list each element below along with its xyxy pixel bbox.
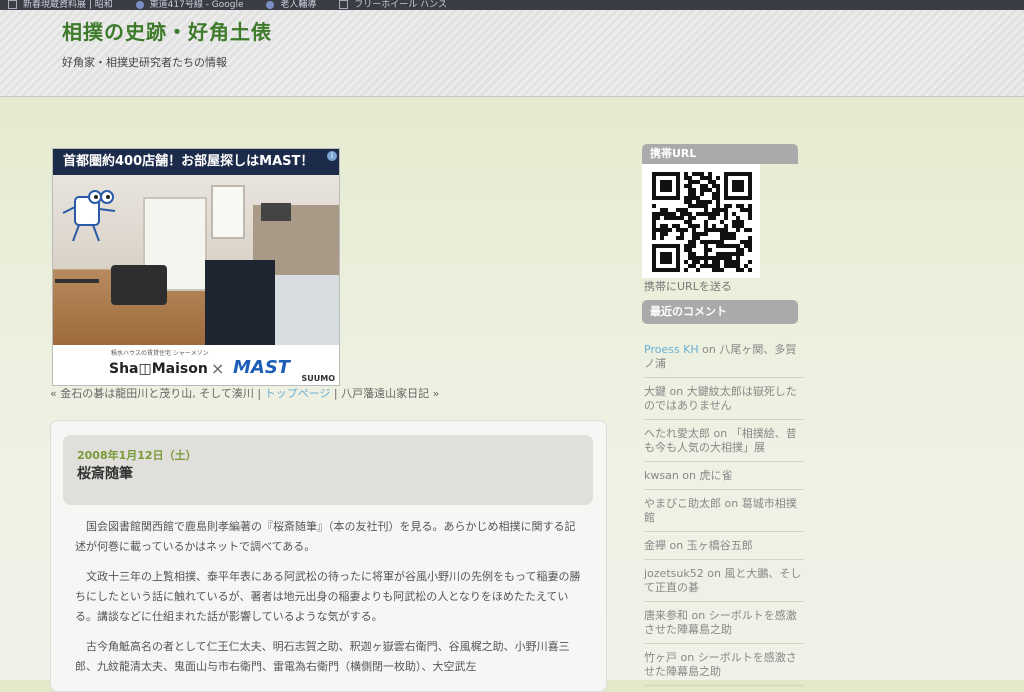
comment-item: 大鍵 on 大鍵紋太郎は嶽死したのではありません [644, 382, 804, 420]
range-hood [261, 203, 291, 221]
comment-author: 大鍵 [644, 385, 666, 398]
suumo-logo: SUUMO [301, 374, 335, 383]
bathroom-photo [205, 260, 275, 345]
post-body: 国会図書館関西館で鹿島則孝編著の『桜斎随筆』（本の友社刊）を見る。あらかじめ相撲… [75, 517, 585, 687]
comment-author: kwsan [644, 469, 679, 482]
prev-post-link[interactable]: « 金石の碁は龍田川と茂り山, そして湊川 [50, 387, 254, 400]
comment-on: on [698, 343, 720, 356]
info-icon[interactable]: i [327, 151, 337, 161]
comment-post-link[interactable]: 虎に雀 [700, 469, 733, 482]
bookmark-item[interactable]: 東道417号線 - Google [128, 0, 250, 10]
post-paragraph: 文政十三年の上覧相撲、泰平年表にある阿武松の待ったに将軍が谷風小野川の先例をもっ… [75, 570, 581, 623]
comment-on: on [666, 539, 687, 552]
bookmark-item[interactable]: フリーホイール ハンス [331, 0, 453, 10]
comment-author: へたれ愛太郎 [644, 427, 710, 440]
ad-times: × [211, 359, 225, 378]
ad-banner[interactable]: 首都圏約400店舗！お部屋探しはMAST！ i 積水ハウスの賃貸住宅 シャーメゾ… [52, 148, 340, 386]
ad-headline: 首都圏約400店舗！お部屋探しはMAST！ [53, 149, 339, 175]
qr-section-heading: 携帯URL [642, 144, 798, 164]
site-title[interactable]: 相撲の史跡・好角土俵 [62, 16, 272, 45]
comment-author: jozetsuk52 [644, 567, 704, 580]
comment-item: 竹ヶ戸 on シーボルトを感激させた陣幕島之助 [644, 648, 804, 686]
comment-item: Proess KH on 八尾ヶ関、多賀ノ浦 [644, 340, 804, 378]
nav-separator: | [253, 387, 265, 400]
comment-item: jozetsuk52 on 風と大鵬、そして正直の碁 [644, 564, 804, 602]
comment-on: on [678, 469, 700, 482]
next-post-link[interactable]: 八戸藩遠山家日記 » [341, 387, 439, 400]
bathtub-photo [275, 275, 339, 345]
comment-author: 金襷 [644, 539, 666, 552]
comment-on: on [677, 651, 698, 664]
top-page-link[interactable]: トップページ [265, 387, 331, 400]
post-paragraph: 古今角觝高名の者として仁王仁太夫、明石志賀之助、釈迦ヶ嶽雲右衛門、谷風梶之助、小… [75, 640, 570, 673]
comment-on: on [688, 609, 709, 622]
comment-on: on [721, 497, 742, 510]
comment-author[interactable]: Proess KH [644, 343, 699, 356]
comment-post-link[interactable]: 玉ヶ橋谷五郎 [687, 539, 753, 552]
bookmark-item[interactable]: 老人輔導 [258, 0, 322, 10]
comment-author: 竹ヶ戸 [644, 651, 677, 664]
site-tagline: 好角家・相撲史研究者たちの情報 [62, 56, 227, 69]
comment-item: kwsan on 虎に雀 [644, 466, 804, 490]
post-paragraph: 国会図書館関西館で鹿島則孝編著の『桜斎随筆』（本の友社刊）を見る。あらかじめ相撲… [75, 520, 576, 553]
comment-item: 唐来参和 on シーボルトを感激させた陣幕島之助 [644, 606, 804, 644]
mast-logo: MAST [233, 357, 291, 378]
comment-on: on [710, 427, 731, 440]
send-url-link[interactable]: 携帯にURLを送る [644, 278, 732, 294]
comment-on: on [703, 567, 725, 580]
ad-room-photo [53, 175, 339, 345]
map-icon [135, 0, 144, 9]
post-header: 2008年1月12日（土） 桜斎随筆 [63, 435, 593, 505]
comment-on: on [666, 385, 687, 398]
room-window [211, 185, 245, 239]
blog-post: 2008年1月12日（土） 桜斎随筆 国会図書館関西館で鹿島則孝編著の『桜斎随筆… [50, 420, 607, 692]
comment-author: 唐来参和 [644, 609, 688, 622]
room-table [55, 279, 99, 283]
comment-item: やまびこ助太郎 on 葛城市相撲館 [644, 494, 804, 532]
site-header: 相撲の史跡・好角土俵 好角家・相撲史研究者たちの情報 [0, 10, 1024, 97]
post-navigation: « 金石の碁は龍田川と茂り山, そして湊川 | トップページ | 八戸藩遠山家日… [50, 385, 439, 401]
page-icon [8, 0, 17, 9]
comments-heading: 最近のコメント [642, 300, 798, 324]
ad-footer: 積水ハウスの賃貸住宅 シャーメゾン Sha◫Maison × MAST SUUM… [53, 345, 339, 385]
shamaison-logo: Sha◫Maison [109, 361, 208, 377]
mascot-icon [62, 190, 116, 242]
comment-author: やまびこ助太郎 [644, 497, 721, 510]
nav-separator: | [330, 387, 342, 400]
page-icon [339, 0, 349, 9]
qr-code-image [652, 172, 752, 272]
room-sofa [111, 265, 167, 305]
bookmark-item[interactable]: 新春現蔵資料展 | 昭和 [0, 0, 119, 10]
ad-small-text: 積水ハウスの賃貸住宅 シャーメゾン [111, 350, 209, 357]
qr-code [642, 164, 760, 278]
globe-icon [266, 0, 275, 9]
comment-item: へたれ愛太郎 on 「相撲絵、昔も今も人気の大相撲」展 [644, 424, 804, 462]
post-title[interactable]: 桜斎随筆 [77, 463, 133, 483]
post-date: 2008年1月12日（土） [77, 449, 197, 462]
comment-item: 金襷 on 玉ヶ橋谷五郎 [644, 536, 804, 560]
recent-comments-list: Proess KH on 八尾ヶ関、多賀ノ浦 大鍵 on 大鍵紋太郎は嶽死したの… [644, 340, 804, 690]
bookmarks-bar: 新春現蔵資料展 | 昭和 東道417号線 - Google 老人輔導 フリーホイ… [0, 0, 1024, 10]
